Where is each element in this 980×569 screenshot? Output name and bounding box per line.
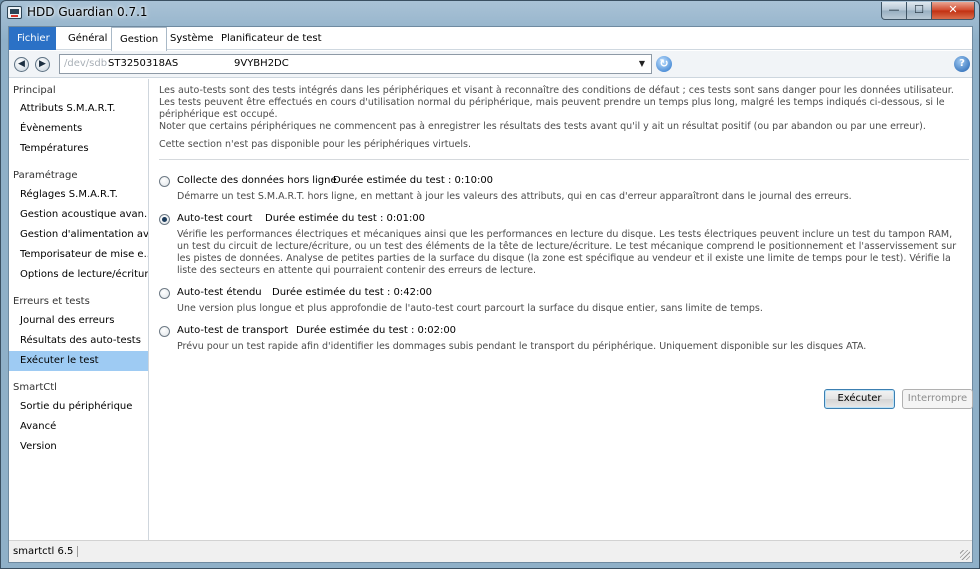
- sidebar-item-resultats-tests[interactable]: Résultats des auto-tests: [9, 331, 148, 351]
- sidebar-group-parametrage: Paramétrage: [13, 170, 78, 181]
- sidebar-item-journal-erreurs[interactable]: Journal des erreurs: [9, 311, 148, 331]
- sidebar-item-temporisateur[interactable]: Temporisateur de mise e...: [9, 245, 148, 265]
- sidebar-item-avance[interactable]: Avancé: [9, 417, 148, 437]
- intro-text: Les auto-tests sont des tests intégrés d…: [159, 85, 964, 133]
- device-selector[interactable]: /dev/sdb ST3250318AS 9VYBH2DC ▼: [59, 54, 652, 74]
- menu-planificateur[interactable]: Planificateur de test: [213, 27, 330, 50]
- menu-general[interactable]: Général: [60, 27, 115, 50]
- sidebar-item-attributs[interactable]: Attributs S.M.A.R.T.: [9, 99, 148, 119]
- sidebar-item-version[interactable]: Version: [9, 437, 148, 457]
- test-description: Démarre un test S.M.A.R.T. hors ligne, e…: [177, 191, 852, 202]
- window-title: HDD Guardian 0.7.1: [27, 5, 148, 19]
- radio-short[interactable]: [159, 214, 170, 225]
- test-duration: Durée estimée du test : 0:10:00: [333, 175, 494, 186]
- sidebar-group-erreurs: Erreurs et tests: [13, 296, 90, 307]
- help-icon[interactable]: ?: [954, 56, 970, 72]
- title-bar[interactable]: HDD Guardian 0.7.1 — ☐ ✕: [1, 1, 979, 25]
- sidebar-group-principal: Principal: [13, 85, 56, 96]
- sidebar-item-temperatures[interactable]: Températures: [9, 139, 148, 159]
- sidebar-item-sortie[interactable]: Sortie du périphérique: [9, 397, 148, 417]
- sidebar-item-reglages-smart[interactable]: Réglages S.M.A.R.T.: [9, 185, 148, 205]
- virtual-device-note: Cette section n'est pas disponible pour …: [159, 139, 472, 150]
- refresh-icon[interactable]: ↻: [656, 56, 672, 72]
- device-serial: 9VYBH2DC: [234, 58, 289, 69]
- test-description: Prévu pour un test rapide afin d'identif…: [177, 341, 867, 352]
- menu-gestion[interactable]: Gestion: [111, 27, 168, 51]
- run-test-button[interactable]: Exécuter: [824, 389, 895, 409]
- test-duration: Durée estimée du test : 0:42:00: [272, 287, 433, 298]
- radio-transport[interactable]: [159, 326, 170, 337]
- run-test-panel: Les auto-tests sont des tests intégrés d…: [159, 85, 973, 535]
- sidebar: Principal Attributs S.M.A.R.T. Évènement…: [9, 79, 149, 540]
- back-arrow-icon[interactable]: ◀: [14, 57, 29, 72]
- status-text: smartctl 6.5: [13, 546, 79, 557]
- sidebar-item-options-lecture[interactable]: Options de lecture/écriture: [9, 265, 148, 285]
- sidebar-item-evenements[interactable]: Évènements: [9, 119, 148, 139]
- test-title: Auto-test étendu: [177, 287, 262, 298]
- intro-paragraph: Les auto-tests sont des tests intégrés d…: [159, 85, 954, 120]
- radio-offline[interactable]: [159, 176, 170, 187]
- test-title: Auto-test court: [177, 213, 253, 224]
- sidebar-item-executer-test[interactable]: Exécuter le test: [9, 351, 148, 371]
- chevron-down-icon[interactable]: ▼: [635, 57, 649, 71]
- resize-grip-icon[interactable]: [960, 550, 970, 560]
- test-title: Collecte des données hors ligne: [177, 175, 337, 186]
- test-duration: Durée estimée du test : 0:01:00: [265, 213, 426, 224]
- client-area: Fichier Général Gestion Système Planific…: [8, 26, 973, 563]
- sidebar-group-smartctl: SmartCtl: [13, 382, 57, 393]
- test-description: Une version plus longue et plus approfon…: [177, 303, 763, 314]
- app-window: HDD Guardian 0.7.1 — ☐ ✕ Fichier Général…: [0, 0, 980, 569]
- divider: [159, 159, 969, 160]
- status-bar: smartctl 6.5: [9, 540, 972, 562]
- radio-extended[interactable]: [159, 288, 170, 299]
- device-path: /dev/sdb: [64, 58, 108, 69]
- minimize-button[interactable]: —: [881, 2, 907, 20]
- menubar: Fichier Général Gestion Système Planific…: [9, 27, 972, 51]
- forward-arrow-icon[interactable]: ▶: [35, 57, 50, 72]
- maximize-button[interactable]: ☐: [906, 2, 932, 20]
- test-duration: Durée estimée du test : 0:02:00: [296, 325, 457, 336]
- intro-note: Noter que certains périphériques ne comm…: [159, 121, 926, 132]
- sidebar-item-gestion-acoustique[interactable]: Gestion acoustique avan...: [9, 205, 148, 225]
- menu-fichier[interactable]: Fichier: [9, 27, 56, 50]
- toolbar: ◀ ▶ /dev/sdb ST3250318AS 9VYBH2DC ▼ ↻ ?: [9, 51, 972, 78]
- device-model: ST3250318AS: [108, 58, 179, 69]
- app-icon: [7, 6, 22, 19]
- test-description: Vérifie les performances électriques et …: [177, 229, 957, 276]
- test-title: Auto-test de transport: [177, 325, 289, 336]
- close-button[interactable]: ✕: [931, 2, 975, 20]
- abort-test-button[interactable]: Interrompre: [902, 389, 973, 409]
- sidebar-item-gestion-alimentation[interactable]: Gestion d'alimentation av...: [9, 225, 148, 245]
